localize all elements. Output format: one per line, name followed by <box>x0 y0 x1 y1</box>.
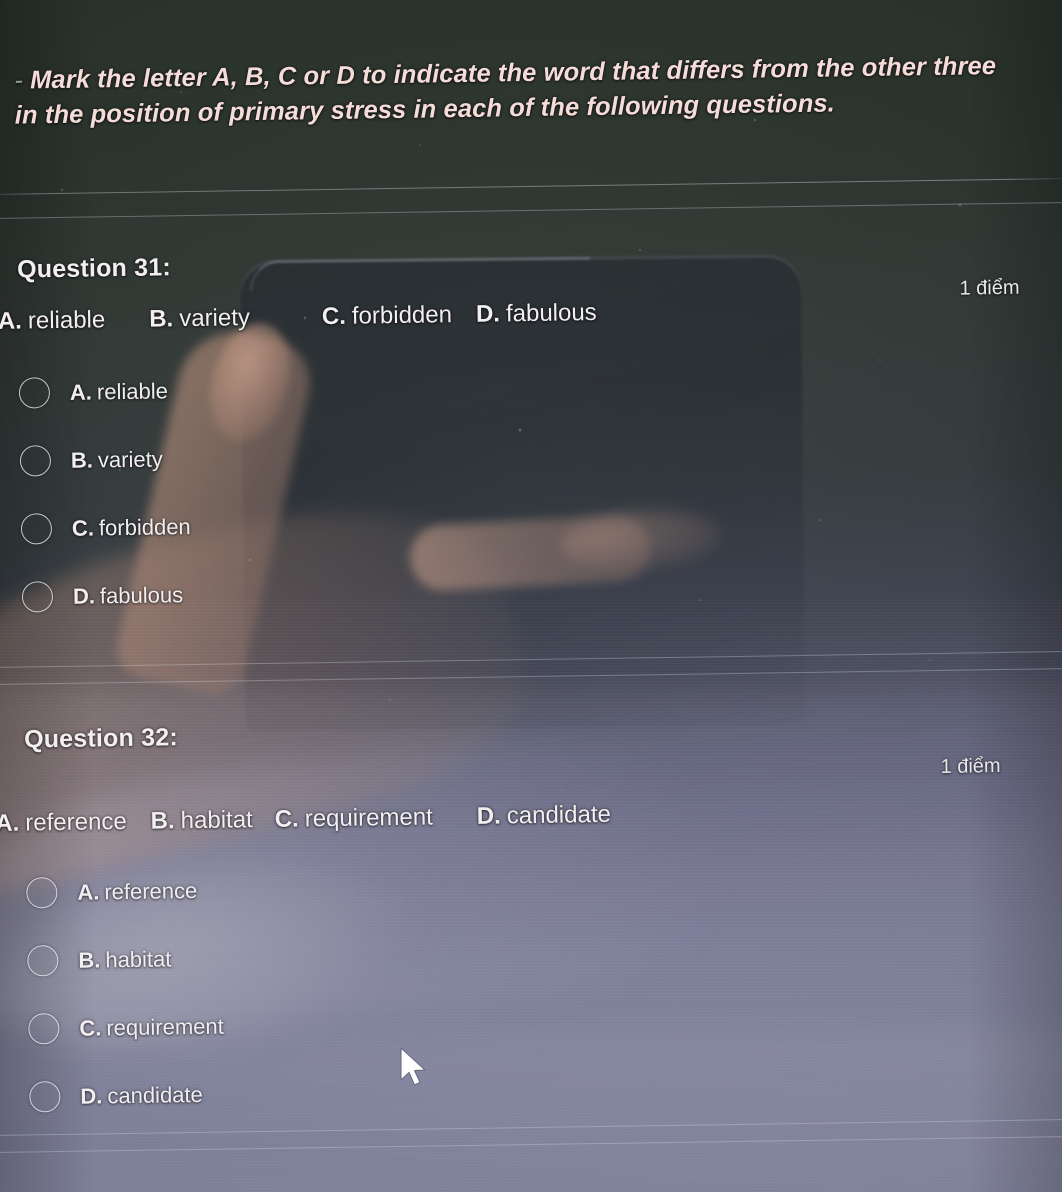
choice-31-a-word: reliable <box>96 377 169 404</box>
inline-option-a-letter: A. <box>0 307 23 335</box>
choice-label: D. candidate <box>80 1081 203 1109</box>
choice-label: A. reference <box>77 877 197 905</box>
choice-31-c-word: forbidden <box>98 513 191 540</box>
choice-31-a[interactable]: A. reliable <box>18 375 168 409</box>
choice-31-d-word: fabulous <box>99 581 184 608</box>
choice-31-b-letter: B. <box>70 446 94 473</box>
choice-32-b[interactable]: B. habitat <box>27 943 172 977</box>
inline-option-b-letter: B. <box>149 305 174 333</box>
choice-label: A. reliable <box>70 378 168 405</box>
inline-option-b-word: variety <box>179 304 251 333</box>
inline-option-d-letter: D. <box>475 300 501 328</box>
inline-option-d: D. candidate <box>477 801 611 831</box>
choice-31-d[interactable]: D. fabulous <box>21 579 184 613</box>
choice-32-c-letter: C. <box>79 1014 102 1041</box>
question-32-inline-options: A. reference B. habitat C. requirement D… <box>0 801 611 838</box>
choice-31-b[interactable]: B. variety <box>19 443 163 477</box>
inline-option-a: A. reliable <box>0 306 105 336</box>
inline-option-d-word: candidate <box>506 800 612 830</box>
question-31-points: 1 điểm <box>959 276 1020 300</box>
photographed-screen: - Mark the letter A, B, C or D to indica… <box>0 0 1062 1192</box>
question-32-points: 1 điểm <box>940 755 1001 778</box>
radio-button-icon[interactable] <box>27 945 59 977</box>
choice-31-a-letter: A. <box>69 378 93 405</box>
choice-32-b-word: habitat <box>105 945 172 972</box>
choice-32-d[interactable]: D. candidate <box>29 1079 203 1113</box>
choice-32-c-word: requirement <box>106 1013 224 1040</box>
section-divider <box>0 177 1062 196</box>
inline-option-d: D. fabulous <box>476 299 597 329</box>
question-card-32[interactable]: Question 32: 1 điểm A. reference B. habi… <box>0 667 1062 1137</box>
choice-31-d-letter: D. <box>72 582 96 609</box>
radio-button-icon[interactable] <box>20 513 53 545</box>
inline-option-c-letter: C. <box>321 302 347 331</box>
choice-32-c[interactable]: C. requirement <box>28 1011 224 1045</box>
choice-32-a-letter: A. <box>77 878 100 905</box>
instruction-prompt: - Mark the letter A, B, C or D to indica… <box>14 49 1025 133</box>
choice-label: C. requirement <box>79 1013 224 1041</box>
inline-option-b: B. variety <box>149 304 250 333</box>
radio-button-icon[interactable] <box>29 1081 61 1113</box>
inline-option-b-letter: B. <box>150 807 175 835</box>
question-card-next[interactable] <box>0 1135 1062 1192</box>
inline-option-c: C. requirement <box>275 803 433 833</box>
choice-32-d-letter: D. <box>80 1082 103 1109</box>
question-32-heading: Question 32: <box>23 723 179 754</box>
choice-label: C. forbidden <box>72 514 191 542</box>
inline-option-d-word: fabulous <box>505 298 597 328</box>
inline-option-b-word: habitat <box>180 806 253 835</box>
inline-option-a-letter: A. <box>0 809 20 837</box>
radio-button-icon[interactable] <box>28 1013 60 1045</box>
question-31-heading: Question 31: <box>16 253 172 284</box>
choice-31-c-letter: C. <box>71 514 95 541</box>
inline-option-c-word: requirement <box>304 803 433 833</box>
inline-option-a-word: reliable <box>27 306 106 335</box>
card-border <box>0 1135 1062 1192</box>
choice-32-d-word: candidate <box>107 1081 203 1108</box>
choice-31-c[interactable]: C. forbidden <box>20 511 191 545</box>
choice-label: D. fabulous <box>73 582 184 610</box>
question-31-inline-options: A. reliable B. variety C. forbidden D. f… <box>0 299 597 336</box>
inline-option-c-letter: C. <box>274 805 299 833</box>
choice-32-a-word: reference <box>104 877 198 904</box>
inline-option-c: C. forbidden <box>322 301 452 331</box>
choice-31-b-word: variety <box>97 445 163 472</box>
radio-button-icon[interactable] <box>26 877 58 909</box>
radio-button-icon[interactable] <box>18 377 51 409</box>
inline-option-a-word: reference <box>25 808 127 837</box>
radio-button-icon[interactable] <box>19 445 52 477</box>
inline-option-a: A. reference <box>0 808 127 838</box>
prompt-leading-dash: - <box>14 66 24 95</box>
radio-button-icon[interactable] <box>21 581 54 613</box>
quiz-content: - Mark the letter A, B, C or D to indica… <box>0 0 1062 1192</box>
choice-label: B. habitat <box>78 946 171 973</box>
inline-option-b: B. habitat <box>150 806 252 836</box>
choice-32-a[interactable]: A. reference <box>26 875 197 909</box>
question-card-31[interactable]: Question 31: 1 điểm A. reliable B. varie… <box>0 201 1062 669</box>
choice-label: B. variety <box>71 446 163 473</box>
inline-option-d-letter: D. <box>476 802 501 830</box>
inline-option-c-word: forbidden <box>351 301 453 330</box>
choice-32-b-letter: B. <box>78 946 101 973</box>
prompt-text: Mark the letter A, B, C or D to indicate… <box>14 52 997 130</box>
